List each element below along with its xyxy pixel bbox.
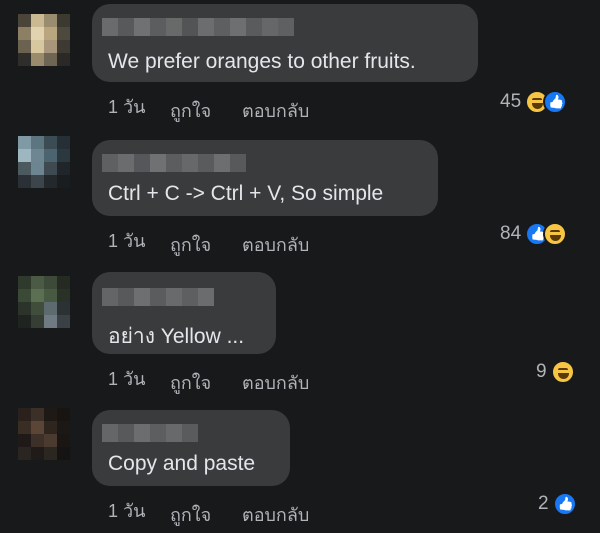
reaction-summary[interactable]: 2: [538, 492, 577, 516]
haha-icon: [550, 360, 575, 384]
like-link[interactable]: ถูกใจ: [170, 368, 211, 397]
comment-time[interactable]: 1 วัน: [108, 364, 145, 393]
comment-bubble: We prefer oranges to other fruits.: [92, 4, 478, 82]
author-name[interactable]: [102, 18, 294, 36]
avatar[interactable]: [18, 408, 70, 460]
comment-time[interactable]: 1 วัน: [108, 92, 145, 121]
like-link[interactable]: ถูกใจ: [170, 230, 211, 259]
reaction-count: 2: [538, 493, 549, 514]
comment-text: We prefer oranges to other fruits.: [108, 50, 416, 73]
comment-time[interactable]: 1 วัน: [108, 496, 145, 525]
comment-bubble: อย่าง Yellow ...: [92, 272, 276, 354]
like-icon: [552, 492, 577, 516]
avatar[interactable]: [18, 14, 70, 66]
reaction-count: 9: [536, 361, 547, 382]
reply-link[interactable]: ตอบกลับ: [242, 368, 309, 397]
like-icon: [543, 90, 568, 114]
comment-time[interactable]: 1 วัน: [108, 226, 145, 255]
author-name[interactable]: [102, 154, 246, 172]
reaction-summary[interactable]: 45: [500, 90, 568, 114]
haha-icon: [543, 222, 568, 246]
reaction-summary[interactable]: 84: [500, 222, 568, 246]
comment-text: Ctrl + C -> Ctrl + V, So simple: [108, 182, 384, 205]
author-name[interactable]: [102, 288, 214, 306]
avatar[interactable]: [18, 276, 70, 328]
like-link[interactable]: ถูกใจ: [170, 500, 211, 529]
reply-link[interactable]: ตอบกลับ: [242, 230, 309, 259]
author-name[interactable]: [102, 424, 198, 442]
comment-bubble: Ctrl + C -> Ctrl + V, So simple: [92, 140, 438, 216]
comment-text: Copy and paste: [108, 452, 256, 475]
reaction-count: 84: [500, 223, 522, 244]
reaction-count: 45: [500, 91, 522, 112]
reply-link[interactable]: ตอบกลับ: [242, 96, 309, 125]
avatar[interactable]: [18, 136, 70, 188]
reply-link[interactable]: ตอบกลับ: [242, 500, 309, 529]
comment-text: อย่าง Yellow ...: [108, 325, 245, 348]
reaction-summary[interactable]: 9: [536, 360, 575, 384]
like-link[interactable]: ถูกใจ: [170, 96, 211, 125]
comment-bubble: Copy and paste: [92, 410, 290, 486]
